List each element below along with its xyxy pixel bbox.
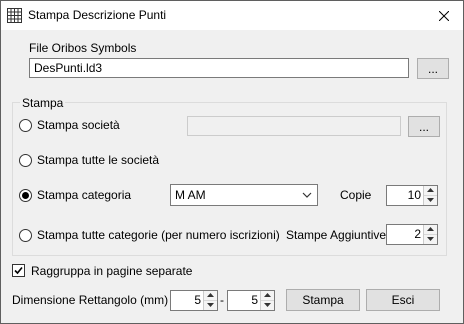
arrow-down-icon — [427, 237, 434, 242]
arrow-down-icon — [207, 303, 214, 308]
copie-stepper[interactable]: 10 — [386, 185, 438, 206]
width-increment-button[interactable] — [204, 291, 217, 301]
aggiuntive-increment-button[interactable] — [424, 225, 437, 235]
height-decrement-button[interactable] — [261, 301, 274, 311]
arrow-up-icon — [427, 188, 434, 193]
arrow-up-icon — [427, 227, 434, 232]
width-stepper[interactable]: 5 — [170, 290, 218, 311]
height-increment-button[interactable] — [261, 291, 274, 301]
copie-spin-buttons — [423, 186, 437, 205]
radio-stampa-categoria[interactable] — [19, 189, 32, 202]
stampa-group-label: Stampa — [20, 96, 66, 110]
file-label: File Oribos Symbols — [29, 41, 137, 55]
arrow-down-icon — [264, 303, 271, 308]
label-dimensione: Dimensione Rettangolo (mm) — [12, 293, 169, 307]
height-value: 5 — [251, 293, 258, 307]
radio-tutte-categorie[interactable] — [19, 229, 32, 242]
checkmark-icon — [14, 266, 23, 275]
aggiuntive-decrement-button[interactable] — [424, 235, 437, 245]
aggiuntive-value: 2 — [414, 227, 421, 241]
height-stepper[interactable]: 5 — [227, 290, 275, 311]
dialog-window: Stampa Descrizione Punti File Oribos Sym… — [0, 0, 464, 324]
copie-increment-button[interactable] — [424, 186, 437, 196]
label-tutte-categorie[interactable]: Stampa tutte categorie (per numero iscri… — [37, 228, 280, 242]
raggruppa-checkbox[interactable] — [12, 264, 25, 277]
dimension-separator: - — [220, 293, 224, 307]
exit-button[interactable]: Esci — [366, 289, 440, 311]
label-copie: Copie — [340, 188, 372, 202]
categoria-selected-value: M AM — [175, 188, 206, 202]
copie-value: 10 — [407, 188, 421, 202]
close-button[interactable] — [431, 5, 457, 26]
arrow-up-icon — [264, 293, 271, 298]
label-stampa-societa[interactable]: Stampa società — [37, 118, 120, 132]
chevron-down-icon — [302, 192, 312, 198]
arrow-down-icon — [427, 198, 434, 203]
width-decrement-button[interactable] — [204, 301, 217, 311]
radio-tutte-societa[interactable] — [19, 154, 32, 167]
window-title: Stampa Descrizione Punti — [28, 8, 167, 22]
file-path-input[interactable]: DesPunti.ld3 — [29, 58, 409, 78]
label-tutte-societa[interactable]: Stampa tutte le società — [37, 153, 159, 167]
width-spin-buttons — [203, 291, 217, 310]
file-path-value: DesPunti.ld3 — [34, 61, 103, 75]
height-spin-buttons — [260, 291, 274, 310]
societa-input — [187, 116, 401, 136]
print-button[interactable]: Stampa — [286, 289, 360, 311]
close-icon — [439, 10, 449, 21]
aggiuntive-spin-buttons — [423, 225, 437, 244]
label-stampa-categoria[interactable]: Stampa categoria — [37, 188, 131, 202]
copie-decrement-button[interactable] — [424, 196, 437, 206]
label-stampe-aggiuntive: Stampe Aggiuntive — [286, 228, 387, 242]
aggiuntive-stepper[interactable]: 2 — [386, 224, 438, 245]
file-browse-button[interactable]: ... — [417, 58, 449, 79]
width-value: 5 — [194, 293, 201, 307]
societa-browse-button[interactable]: ... — [408, 116, 440, 137]
label-raggruppa[interactable]: Raggruppa in pagine separate — [31, 264, 192, 278]
grid-app-icon — [7, 8, 22, 23]
arrow-up-icon — [207, 293, 214, 298]
categoria-dropdown[interactable]: M AM — [170, 184, 318, 206]
radio-stampa-societa[interactable] — [19, 119, 32, 132]
title-bar[interactable]: Stampa Descrizione Punti — [1, 1, 463, 30]
